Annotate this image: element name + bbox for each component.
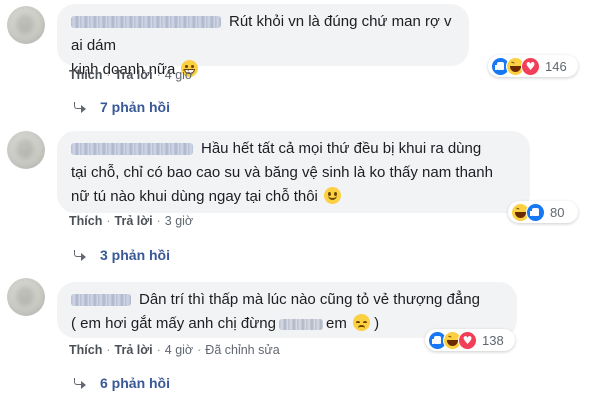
replies-label[interactable]: 7 phản hồi xyxy=(100,99,170,115)
author-name-redacted[interactable] xyxy=(71,16,221,29)
comment-thread: Rút khỏi vn là đúng chứ man rợ v ai dám … xyxy=(0,0,600,400)
reaction-count: 80 xyxy=(550,204,565,220)
reaction-summary[interactable]: 146 xyxy=(488,55,578,77)
replies-label[interactable]: 6 phản hồi xyxy=(100,375,170,391)
comment-text-line: tại chỗ, chỉ có bao cao su và băng vệ si… xyxy=(71,164,493,181)
comment-actions: Thích · Trả lời · 4 giờ xyxy=(69,68,194,82)
reply-arrow-icon xyxy=(74,102,86,113)
reply-link[interactable]: Trả lời xyxy=(115,343,153,357)
comment-text-line: ( em hơi gắt mấy anh chị đừng xyxy=(71,315,276,332)
timestamp[interactable]: 3 giờ xyxy=(165,214,193,228)
comment-text-line: Hầu hết tất cả mọi thứ đều bị khui ra dù… xyxy=(201,140,482,157)
avatar[interactable] xyxy=(7,6,45,44)
reaction-summary[interactable]: 138 xyxy=(425,329,515,351)
reply-arrow-icon xyxy=(74,378,86,389)
comment-bubble: Hầu hết tất cả mọi thứ đều bị khui ra dù… xyxy=(57,131,530,213)
comment-text-line: ) xyxy=(374,315,380,332)
like-reaction-icon xyxy=(526,202,545,222)
avatar[interactable] xyxy=(7,278,45,316)
reaction-count: 138 xyxy=(482,332,504,348)
reaction-count: 146 xyxy=(545,58,567,74)
timestamp[interactable]: 4 giờ xyxy=(165,68,193,82)
view-replies-link[interactable]: 6 phản hồi xyxy=(74,374,170,392)
view-replies-link[interactable]: 7 phản hồi xyxy=(74,98,170,116)
comment-actions: Thích · Trả lời · 3 giờ xyxy=(69,214,194,228)
smiling-face-icon xyxy=(324,187,342,204)
disappointed-face-icon xyxy=(353,314,370,331)
love-reaction-icon xyxy=(458,330,477,350)
comment-text-line: Dân trí thì thấp mà lúc nào cũng tỏ vẻ t… xyxy=(139,291,480,308)
view-replies-link[interactable]: 3 phản hồi xyxy=(74,246,170,264)
reply-link[interactable]: Trả lời xyxy=(115,214,153,228)
reaction-summary[interactable]: 80 xyxy=(508,201,578,223)
avatar[interactable] xyxy=(7,131,45,169)
author-name-redacted[interactable] xyxy=(71,143,193,156)
reply-link[interactable]: Trả lời xyxy=(115,68,153,82)
redacted-word xyxy=(278,318,323,330)
timestamp[interactable]: 4 giờ xyxy=(165,343,193,357)
comment-actions: Thích · Trả lời · 4 giờ · Đã chỉnh sửa xyxy=(69,343,280,357)
like-link[interactable]: Thích xyxy=(69,214,102,228)
comment-text-line: nữ tú nào khui dùng ngay tại chỗ thôi xyxy=(71,188,318,205)
comment-bubble: Rút khỏi vn là đúng chứ man rợ v ai dám … xyxy=(57,4,469,78)
edited-label[interactable]: Đã chỉnh sửa xyxy=(205,343,279,357)
replies-label[interactable]: 3 phản hồi xyxy=(100,247,170,263)
like-link[interactable]: Thích xyxy=(69,68,102,82)
author-name-redacted[interactable] xyxy=(71,294,131,307)
like-link[interactable]: Thích xyxy=(69,343,102,357)
comment-text-line: em xyxy=(325,315,347,332)
reply-arrow-icon xyxy=(74,250,86,261)
love-reaction-icon xyxy=(521,56,540,76)
